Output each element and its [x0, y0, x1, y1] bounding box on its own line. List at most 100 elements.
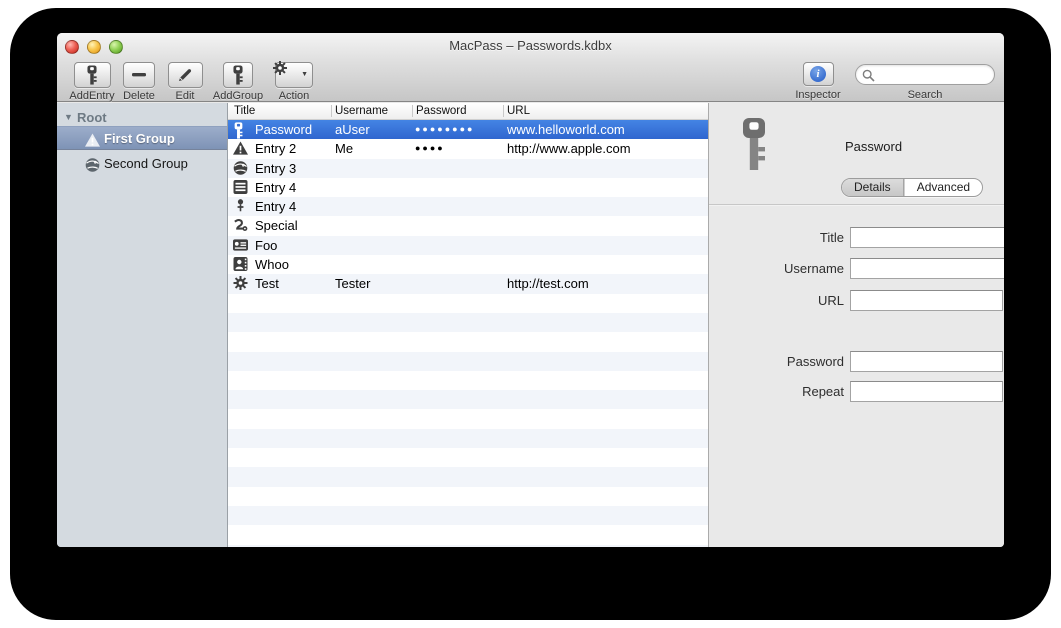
pin-icon — [237, 199, 244, 212]
column-header-username[interactable]: Username — [335, 105, 388, 117]
info-icon: i — [810, 66, 826, 82]
cell-password-dots: ●●●●●●●● — [415, 124, 475, 134]
table-row-foo[interactable]: Foo — [228, 235, 708, 256]
tab-advanced[interactable]: Advanced — [903, 179, 982, 196]
table-row-empty[interactable] — [228, 332, 708, 351]
cell-title: Foo — [255, 237, 278, 253]
field-row-repeat: Repeat — [709, 381, 1004, 402]
table-row-password[interactable]: Password aUser ●●●●●●●● www.helloworld.com — [228, 120, 708, 140]
photo-icon — [233, 257, 248, 272]
entry-key-icon — [739, 117, 769, 176]
table-row-whoo[interactable]: Whoo — [228, 255, 708, 274]
title-field[interactable] — [850, 227, 1004, 248]
hook-icon — [234, 219, 248, 232]
cell-title: Special — [255, 218, 298, 234]
macpass-window: MacPass – Passwords.kdbx AddEntry Delete E… — [57, 33, 1004, 547]
delete-button[interactable] — [123, 62, 155, 88]
details-advanced-tabs: Details Advanced — [841, 178, 984, 197]
sidebar-item-label: Second Group — [104, 156, 188, 171]
delete-button-label: Delete — [123, 90, 155, 102]
minus-icon — [132, 73, 146, 77]
key-icon — [87, 65, 97, 85]
table-row-empty[interactable] — [228, 371, 708, 390]
titlebar-toolbar: MacPass – Passwords.kdbx AddEntry Delete E… — [57, 33, 1004, 102]
table-row-empty[interactable] — [228, 294, 708, 313]
table-row-special[interactable]: Special — [228, 216, 708, 235]
table-rows: Password aUser ●●●●●●●● www.helloworld.com E… — [228, 120, 708, 547]
inspector-button-label: Inspector — [795, 89, 841, 101]
table-row-empty[interactable] — [228, 428, 708, 449]
inspector-entry-title: Password — [845, 139, 903, 154]
action-button[interactable]: ▼ — [273, 61, 313, 88]
url-field[interactable] — [850, 290, 1003, 311]
cell-username: Tester — [335, 276, 371, 292]
tab-details[interactable]: Details — [842, 179, 904, 196]
addentry-button-label: AddEntry — [69, 90, 115, 102]
server-icon — [233, 179, 248, 194]
sidebar-root-row[interactable]: ▼ Root — [57, 110, 227, 127]
sidebar-item-second-group[interactable]: Second Group — [57, 152, 227, 176]
column-divider — [412, 105, 413, 117]
sidebar-item-first-group[interactable]: First Group — [57, 126, 227, 150]
table-row-entry-3[interactable]: Entry 3 — [228, 158, 708, 178]
table-row-empty[interactable] — [228, 390, 708, 410]
table-row-entry-4[interactable]: Entry 4 — [228, 197, 708, 217]
dropdown-arrow-icon: ▼ — [301, 71, 308, 78]
column-header-url[interactable]: URL — [507, 105, 530, 117]
toolbar-item-addgroup: AddGroup — [209, 62, 267, 102]
warning-icon — [85, 133, 100, 147]
table-row-empty[interactable] — [228, 312, 708, 333]
gear-icon — [273, 61, 287, 75]
field-row-url: URL — [709, 290, 1004, 311]
table-row-test[interactable]: Test Tester http://test.com — [228, 274, 708, 294]
search-field[interactable] — [855, 64, 995, 85]
column-header-password[interactable]: Password — [416, 105, 467, 117]
edit-button[interactable] — [167, 62, 203, 88]
cell-url: http://test.com — [507, 276, 589, 292]
table-row-empty[interactable] — [228, 544, 708, 547]
key-icon — [234, 122, 243, 139]
gear-icon — [233, 276, 248, 291]
addentry-button[interactable] — [73, 62, 111, 88]
table-row-entry-2[interactable]: Entry 2 Me ●●●● http://www.apple.com — [228, 139, 708, 158]
cell-title: Whoo — [255, 257, 289, 273]
table-row-empty[interactable] — [228, 505, 708, 526]
cell-title: Test — [255, 276, 279, 292]
table-row-empty[interactable] — [228, 409, 708, 428]
cell-password-dots: ●●●● — [415, 143, 445, 154]
table-row-empty[interactable] — [228, 487, 708, 506]
cell-title: Entry 4 — [255, 199, 297, 215]
column-header-title[interactable]: Title — [234, 105, 255, 117]
entry-table: Title Username Password URL Password aUser ●●… — [228, 103, 708, 547]
field-label-repeat: Repeat — [802, 384, 844, 399]
search-label: Search — [907, 89, 943, 101]
search-input[interactable] — [880, 66, 990, 83]
table-header: Title Username Password URL — [228, 103, 708, 120]
table-row-empty[interactable] — [228, 525, 708, 544]
table-row-entry-4[interactable]: Entry 4 — [228, 178, 708, 197]
table-row-empty[interactable] — [228, 467, 708, 487]
addgroup-button[interactable] — [223, 62, 253, 88]
inspector-button-wrap: i — [783, 62, 853, 86]
sidebar-item-label: First Group — [104, 131, 175, 146]
cell-title: Password — [255, 122, 313, 137]
table-row-empty[interactable] — [228, 351, 708, 371]
table-row-empty[interactable] — [228, 448, 708, 467]
cell-title: Entry 3 — [255, 160, 297, 176]
repeat-field[interactable] — [850, 381, 1003, 402]
cell-username: Me — [335, 141, 354, 157]
pencil-icon — [179, 69, 192, 81]
action-button-label: Action — [278, 90, 310, 102]
search-icon — [862, 69, 875, 82]
cell-title: Entry 4 — [255, 179, 297, 195]
window-title: MacPass – Passwords.kdbx — [449, 38, 612, 53]
field-label-password: Password — [786, 354, 844, 369]
username-field[interactable] — [850, 258, 1004, 279]
toolbar-item-action: ▼ Action — [267, 61, 321, 102]
inspector-button[interactable]: i — [802, 62, 834, 86]
edit-button-label: Edit — [175, 90, 195, 102]
disclosure-triangle-icon[interactable]: ▼ — [64, 112, 73, 122]
addgroup-button-label: AddGroup — [212, 90, 264, 102]
password-field[interactable] — [850, 351, 1003, 372]
key-icon — [233, 65, 243, 85]
